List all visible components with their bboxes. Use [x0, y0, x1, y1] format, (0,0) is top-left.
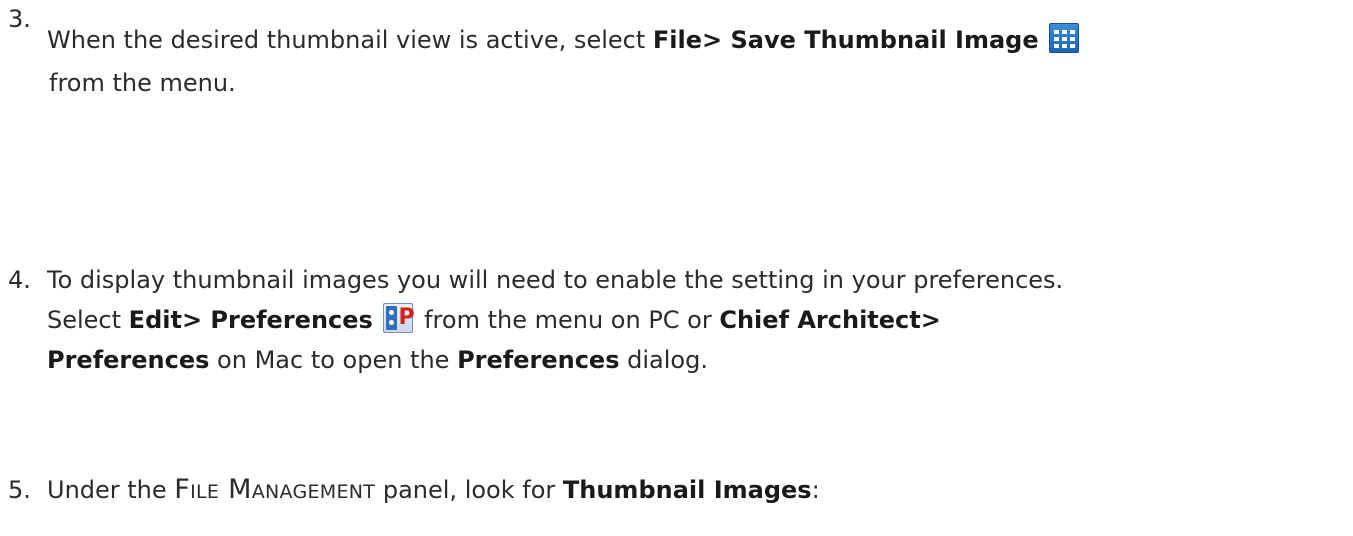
- menu-path-edit-preferences: Edit> Preferences: [128, 306, 373, 334]
- preferences-icon: P: [383, 303, 415, 333]
- setting-thumbnail-images: Thumbnail Images: [562, 476, 812, 504]
- step-text: To display thumbnail images you will nee…: [47, 266, 1064, 374]
- step-5: 5. Under the File Management panel, look…: [0, 461, 1341, 505]
- dialog-name-preferences: Preferences: [457, 346, 620, 374]
- save-thumbnail-grid-icon: [1049, 23, 1080, 53]
- instruction-page: 3. When the desired thumbnail view is ac…: [0, 0, 1353, 536]
- step-text: Under the File Management panel, look fo…: [47, 474, 820, 505]
- panel-name-file-management: File Management: [174, 474, 376, 505]
- step-text: When the desired thumbnail view is activ…: [47, 0, 1341, 97]
- menu-path-preferences: Preferences: [47, 346, 210, 374]
- step-3: 3. When the desired thumbnail view is ac…: [0, 0, 1341, 97]
- step-4: 4. To display thumbnail images you will …: [0, 180, 1341, 374]
- step-number: 4.: [8, 266, 31, 294]
- step-number: 5.: [8, 476, 31, 504]
- step-number: 3.: [8, 5, 31, 33]
- menu-path-save-thumbnail: File> Save Thumbnail Image: [652, 26, 1039, 54]
- menu-path-chief-architect: Chief Architect>: [719, 306, 941, 334]
